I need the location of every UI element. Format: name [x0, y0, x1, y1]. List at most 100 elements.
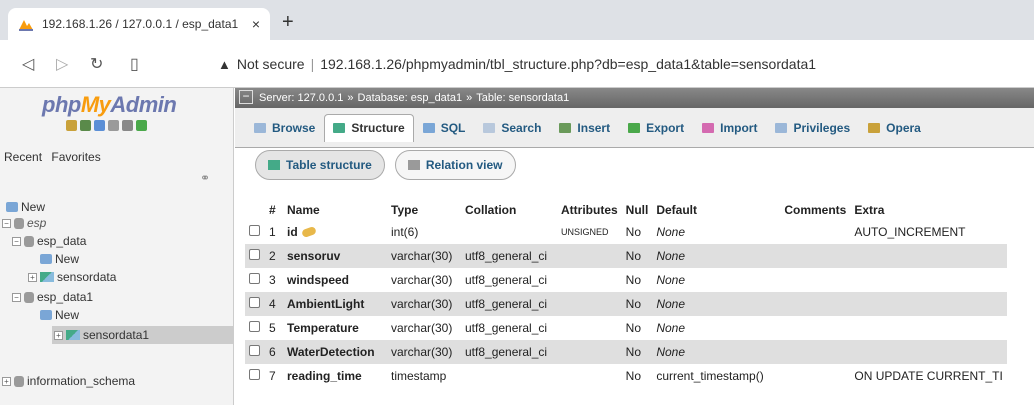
main-panel: − Server: 127.0.0.1 » Database: esp_data… [235, 88, 1034, 405]
row-name[interactable]: reading_time [287, 369, 362, 383]
breadcrumb-database[interactable]: Database: esp_data1 [358, 92, 463, 104]
collapse-nav-icon[interactable]: − [239, 90, 253, 104]
tab-privileges[interactable]: Privileges [766, 114, 859, 142]
subtab-relation-view[interactable]: Relation view [394, 150, 516, 180]
tree-esp-data-new[interactable]: New [40, 252, 79, 266]
tab-close-icon[interactable]: × [252, 16, 260, 32]
tree-db-esp-data[interactable]: − esp_data [12, 234, 86, 248]
tab-browse[interactable]: Browse [245, 114, 324, 142]
warning-icon[interactable]: ▲ [218, 57, 231, 72]
row-name[interactable]: id [287, 225, 298, 239]
not-secure-label[interactable]: Not secure [237, 56, 305, 72]
tree-table-sensordata[interactable]: + sensordata [28, 270, 116, 284]
settings-icon[interactable] [122, 120, 133, 131]
breadcrumb-table[interactable]: Table: sensordata1 [476, 92, 569, 104]
row-attributes [557, 292, 622, 316]
tab-import[interactable]: Import [693, 114, 766, 142]
row-checkbox-cell [245, 220, 265, 244]
tab-sql[interactable]: SQL [414, 114, 475, 142]
omnibox-separator: | [310, 56, 315, 72]
header-collation[interactable]: Collation [461, 200, 557, 220]
tree-esp-data1-new[interactable]: New [40, 308, 79, 322]
phpmyadmin-logo[interactable]: phpMyAdmin [42, 92, 177, 118]
breadcrumb-server[interactable]: Server: 127.0.0.1 [259, 92, 343, 104]
logout-icon[interactable] [80, 120, 91, 131]
reload-icon[interactable]: ↻ [90, 54, 103, 74]
row-name-cell: reading_time [283, 364, 387, 388]
nav-recent-favorites: Recent Favorites [4, 150, 107, 164]
bookmark-icon[interactable]: ▯ [130, 54, 139, 74]
home-icon[interactable] [66, 120, 77, 131]
database-icon [14, 375, 24, 387]
row-checkbox[interactable] [249, 345, 260, 356]
collapse-icon[interactable]: − [2, 218, 11, 228]
header-comments[interactable]: Comments [780, 200, 850, 220]
row-extra [850, 316, 1007, 340]
row-name[interactable]: Temperature [287, 321, 359, 335]
row-name[interactable]: sensoruv [287, 249, 340, 263]
expand-icon[interactable]: + [28, 272, 37, 282]
tree-new-database[interactable]: New [6, 200, 45, 214]
row-comments [780, 364, 851, 388]
header-extra[interactable]: Extra [850, 200, 1006, 220]
help-icon[interactable] [94, 120, 105, 131]
header-checkbox-col [245, 200, 265, 220]
row-checkbox[interactable] [249, 321, 260, 332]
row-name-cell: AmbientLight [283, 292, 387, 316]
database-icon [24, 235, 34, 247]
row-checkbox[interactable] [249, 369, 260, 380]
header-type[interactable]: Type [387, 200, 461, 220]
table-row: 4 AmbientLight varchar(30) utf8_general_… [245, 292, 1007, 316]
row-name-cell: windspeed [283, 268, 387, 292]
tree-table-sensordata1[interactable]: + sensordata1 [52, 326, 234, 344]
row-name-cell: id [283, 220, 387, 244]
url-text[interactable]: 192.168.1.26/phpmyadmin/tbl_structure.ph… [320, 56, 816, 72]
expand-icon[interactable]: + [54, 330, 63, 340]
tree-db-esp-data1[interactable]: − esp_data1 [12, 290, 93, 304]
tab-operations[interactable]: Opera [859, 114, 930, 142]
row-name[interactable]: windspeed [287, 273, 349, 287]
url-omnibox[interactable]: ▲ Not secure | 192.168.1.26/phpmyadmin/t… [218, 48, 1034, 80]
reload-nav-icon[interactable] [136, 120, 147, 131]
tab-structure[interactable]: Structure [324, 113, 414, 142]
header-default[interactable]: Default [652, 200, 780, 220]
recent-tab[interactable]: Recent [4, 150, 42, 164]
row-checkbox[interactable] [249, 273, 260, 284]
tree-db-information-schema[interactable]: + information_schema [2, 374, 135, 388]
row-name-cell: Temperature [283, 316, 387, 340]
new-icon [40, 310, 52, 320]
back-icon[interactable]: ◁ [22, 54, 34, 74]
tab-export[interactable]: Export [619, 114, 693, 142]
row-null: No [621, 268, 653, 292]
tree-db-esp[interactable]: − esp [2, 216, 46, 230]
row-checkbox[interactable] [249, 297, 260, 308]
tab-title: 192.168.1.26 / 127.0.0.1 / esp_data1 [42, 17, 239, 31]
row-type: varchar(30) [387, 316, 461, 340]
row-checkbox[interactable] [249, 249, 260, 260]
header-name[interactable]: Name [283, 200, 387, 220]
tab-insert[interactable]: Insert [550, 114, 619, 142]
forward-icon[interactable]: ▷ [56, 54, 68, 74]
table-row: 3 windspeed varchar(30) utf8_general_ci … [245, 268, 1007, 292]
row-num: 3 [265, 268, 283, 292]
collapse-icon[interactable]: − [12, 236, 21, 246]
row-type: varchar(30) [387, 244, 461, 268]
row-name[interactable]: AmbientLight [287, 297, 364, 311]
link-with-main-icon[interactable]: ⚭ [200, 171, 210, 185]
favorites-tab[interactable]: Favorites [51, 150, 100, 164]
docs-icon[interactable] [108, 120, 119, 131]
tab-operations-label: Opera [886, 120, 921, 135]
structure-table: # Name Type Collation Attributes Null De… [245, 200, 1007, 388]
operations-icon [868, 122, 881, 133]
collapse-icon[interactable]: − [12, 292, 21, 302]
new-tab-button[interactable]: + [282, 12, 294, 32]
row-name[interactable]: WaterDetection [287, 345, 375, 359]
tab-search[interactable]: Search [474, 114, 550, 142]
tree-sensordata1-label: sensordata1 [83, 328, 150, 342]
browser-tab[interactable]: 192.168.1.26 / 127.0.0.1 / esp_data1 × [8, 8, 270, 40]
header-null[interactable]: Null [622, 200, 653, 220]
expand-icon[interactable]: + [2, 376, 11, 386]
header-attributes[interactable]: Attributes [557, 200, 622, 220]
row-checkbox[interactable] [249, 225, 260, 236]
subtab-table-structure[interactable]: Table structure [255, 150, 385, 180]
